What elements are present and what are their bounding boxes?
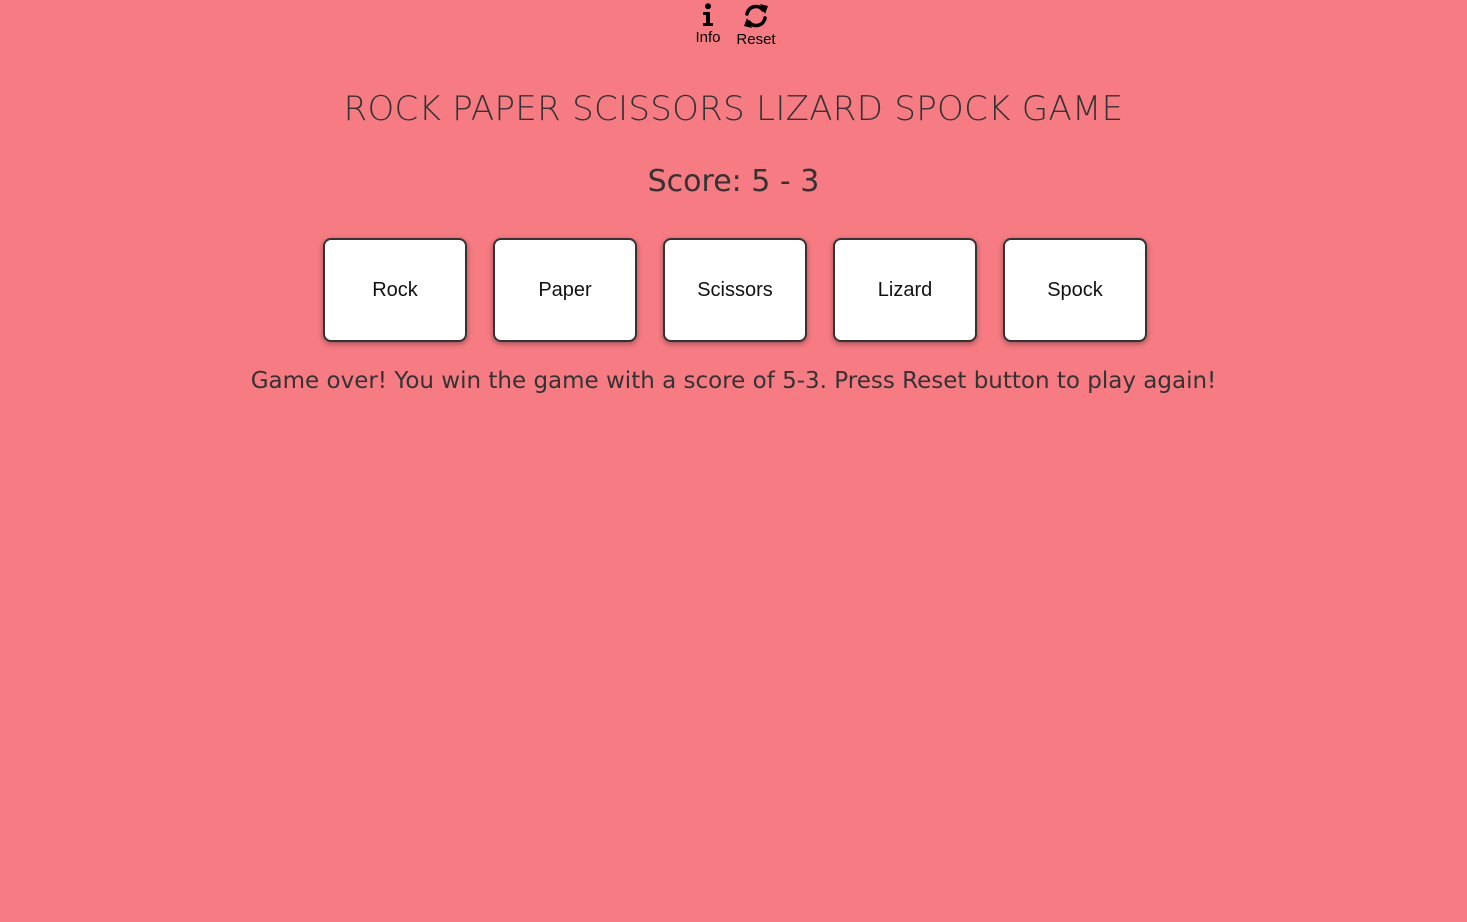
refresh-icon — [741, 0, 771, 29]
top-toolbar: Info Reset — [0, 0, 1467, 56]
paper-button[interactable]: Paper — [493, 238, 637, 342]
reset-label: Reset — [736, 31, 776, 48]
result-message: Game over! You win the game with a score… — [250, 368, 1217, 394]
info-button[interactable]: Info — [688, 0, 728, 46]
score-display: Score: 5 - 3 — [647, 164, 820, 199]
game-title: ROCK PAPER SCISSORS LIZARD SPOCK GAME — [343, 89, 1124, 129]
rock-button[interactable]: Rock — [323, 238, 467, 342]
lizard-button[interactable]: Lizard — [833, 238, 977, 342]
choice-buttons: Rock Paper Scissors Lizard Spock — [323, 238, 1153, 342]
info-label: Info — [695, 29, 721, 46]
spock-button[interactable]: Spock — [1003, 238, 1147, 342]
scissors-button[interactable]: Scissors — [663, 238, 807, 342]
reset-button[interactable]: Reset — [732, 0, 780, 48]
info-icon — [701, 0, 715, 27]
